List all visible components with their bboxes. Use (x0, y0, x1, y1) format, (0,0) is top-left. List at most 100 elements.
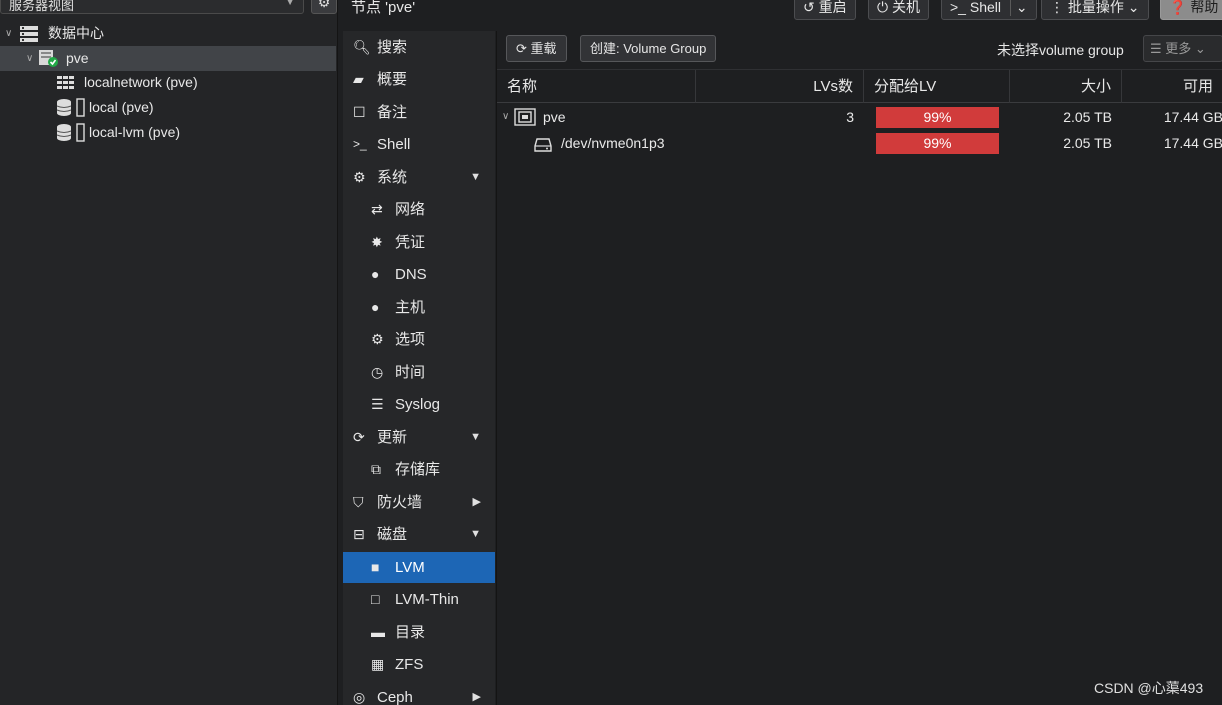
nav-item-20[interactable]: ▦ ZFS (343, 649, 495, 680)
nav-item-17[interactable]: ■ LVM (343, 551, 495, 583)
reload-button[interactable]: ⟳ 重载 (506, 35, 567, 62)
nav-item-label: 概要 (377, 71, 408, 88)
view-select[interactable]: 服务器视图 ▼ (0, 0, 304, 14)
tree-settings-gear-icon[interactable]: ⚙ (311, 0, 337, 14)
nav-item-5[interactable]: ⚙ 系统 ▼ (343, 162, 495, 193)
square-outline-icon: □ (371, 591, 380, 607)
nav-item-8[interactable]: ● DNS (343, 259, 495, 290)
nav-item-label: 网络 (395, 201, 426, 218)
terminal-icon: >_ (950, 0, 966, 15)
clock-icon: ◷ (371, 363, 384, 380)
tree-item-datacenter[interactable]: ∨ 数据中心 (0, 21, 336, 46)
caret-down-icon[interactable]: ▼ (470, 162, 481, 193)
tree-item-node-pve[interactable]: ∨ pve (0, 46, 336, 71)
nav-item-2[interactable]: ▰ 概要 (343, 64, 495, 95)
row-free: 17.44 GB (1163, 109, 1222, 125)
more-button[interactable]: ☰ 更多 ⌄ (1143, 35, 1222, 62)
nav-item-10[interactable]: ⚙ 选项 (343, 324, 495, 355)
list-icon: ☰ (371, 396, 384, 412)
chevron-down-icon: ▼ (285, 0, 295, 8)
nav-item-6[interactable]: ⇄ 网络 (343, 194, 495, 225)
reload-label: 重载 (530, 41, 557, 56)
nav-item-label: Ceph (377, 688, 413, 705)
node-nav-menu: 🔍︎ 搜索 ▰ 概要 ☐ 备注 >_ Shell ⚙ 系统 ▼ ⇄ 网络 ✸ 凭证 ● DNS ● 主机 ⚙ 选项 ◷ 时间… (343, 31, 495, 705)
row-size: 2.05 TB (1063, 135, 1112, 151)
table-row[interactable]: ∨ pve 3 99% 2.05 TB 17.44 GB (497, 104, 1222, 130)
tree-item-local-lvm[interactable]: local-lvm (pve) (0, 120, 336, 145)
tree-item-localnetwork[interactable]: localnetwork (pve) (0, 70, 336, 95)
shutdown-button[interactable]: ⏻ 关机 (868, 0, 929, 20)
caret-right-icon[interactable]: ▶ (473, 487, 481, 518)
collapse-icon[interactable]: ∨ (5, 21, 12, 46)
table-row[interactable]: /dev/nvme0n1p3 99% 2.05 TB 17.44 GB (497, 130, 1222, 156)
nav-item-label: 凭证 (395, 233, 426, 251)
nav-item-label: Syslog (395, 396, 441, 413)
row-name: /dev/nvme0n1p3 (561, 135, 665, 151)
reboot-label: 重启 (818, 0, 847, 15)
shield-icon: ⛉ (353, 493, 364, 510)
caret-right-icon[interactable]: ▶ (473, 682, 481, 705)
hdd-icon (534, 135, 552, 161)
chevron-down-icon: ⌄ (1127, 0, 1140, 15)
nav-item-16[interactable]: ⊟ 磁盘 ▼ (343, 519, 495, 550)
nav-item-21[interactable]: ◎ Ceph ▶ (343, 682, 495, 705)
nav-item-label: Shell (377, 136, 411, 153)
nav-item-label: ZFS (395, 656, 424, 673)
book-icon: ▰ (353, 71, 364, 87)
column-header-name[interactable]: 名称 (497, 70, 696, 103)
column-header-lvs[interactable]: LVs数 (696, 70, 864, 103)
nav-item-18[interactable]: □ LVM-Thin (343, 584, 495, 615)
nav-item-label: 目录 (395, 623, 426, 641)
exchange-icon: ⇄ (371, 201, 383, 217)
menu-icon: ☰ (1150, 41, 1162, 56)
bulk-actions-button[interactable]: ⋮ 批量操作 ⌄ (1041, 0, 1149, 20)
nav-item-11[interactable]: ◷ 时间 (343, 357, 495, 388)
tree-item-local[interactable]: local (pve) (0, 95, 336, 120)
nav-item-7[interactable]: ✸ 凭证 (343, 227, 495, 258)
nav-item-12[interactable]: ☰ Syslog (343, 389, 495, 420)
nav-item-3[interactable]: ☐ 备注 (343, 97, 495, 128)
page-title: 节点 'pve' (351, 0, 416, 16)
nav-item-label: 备注 (377, 103, 408, 121)
watermark: CSDN @心蕖493 (1094, 680, 1204, 696)
nav-item-4[interactable]: >_ Shell (343, 129, 495, 160)
nav-item-15[interactable]: ⛉ 防火墙 ▶ (343, 487, 495, 518)
help-button[interactable]: ❓ 帮助 (1160, 0, 1222, 20)
nav-item-label: 搜索 (377, 38, 408, 56)
selection-status: 未选择volume group (997, 42, 1124, 58)
collapse-icon[interactable]: ∨ (502, 104, 509, 130)
chevron-down-icon[interactable]: ⌄ (1016, 0, 1028, 15)
caret-down-icon[interactable]: ▼ (470, 519, 481, 550)
create-volume-group-button[interactable]: 创建: Volume Group (580, 35, 717, 62)
sdn-grid-icon (56, 73, 78, 92)
row-name: pve (543, 109, 566, 125)
usage-bar: 99% (876, 107, 999, 128)
th-large-icon: ▦ (371, 656, 385, 672)
terminal-icon: >_ (353, 137, 367, 151)
tree-item-label: pve (66, 50, 89, 66)
grid-header: 名称 LVs数 分配给LV 大小 可用 (497, 69, 1222, 103)
row-lvs: 3 (846, 109, 854, 125)
column-header-assigned[interactable]: 分配给LV (864, 70, 1010, 103)
datacenter-icon (18, 24, 40, 43)
nav-item-19[interactable]: ▬ 目录 (343, 617, 495, 648)
column-header-size[interactable]: 大小 (1010, 70, 1122, 103)
nav-item-13[interactable]: ⟳ 更新 ▼ (343, 422, 495, 453)
more-label: 更多 (1165, 41, 1192, 56)
tree-item-label: localnetwork (pve) (84, 74, 198, 90)
nav-item-label: DNS (395, 266, 427, 283)
nav-item-14[interactable]: ⧉ 存储库 (343, 454, 495, 485)
refresh-icon: ⟳ (516, 41, 527, 56)
nav-item-label: 更新 (377, 428, 408, 446)
caret-down-icon[interactable]: ▼ (470, 422, 481, 453)
notes-icon: ☐ (353, 103, 366, 120)
globe-icon: ● (371, 266, 380, 282)
nav-item-9[interactable]: ● 主机 (343, 292, 495, 323)
reboot-button[interactable]: ↺ 重启 (794, 0, 856, 20)
collapse-icon[interactable]: ∨ (26, 46, 33, 71)
column-header-free[interactable]: 可用 (1122, 70, 1222, 103)
row-free: 17.44 GB (1163, 135, 1222, 151)
nav-item-1[interactable]: 🔍︎ 搜索 (343, 32, 495, 63)
shell-button[interactable]: >_ Shell ⌄ (941, 0, 1037, 20)
chevron-down-icon: ⌄ (1194, 41, 1206, 56)
